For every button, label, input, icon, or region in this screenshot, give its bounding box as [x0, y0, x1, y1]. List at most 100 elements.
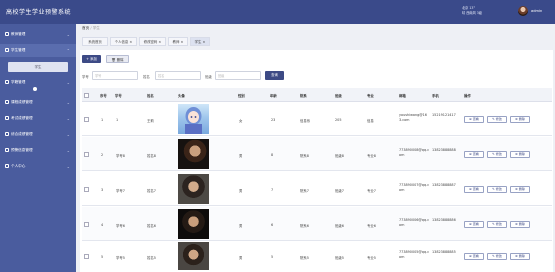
sidebar-item-course-grades[interactable]: 课程成绩管理 ⌄	[0, 96, 76, 109]
cell-department: 院系7	[300, 189, 309, 193]
tab-password[interactable]: 修改密码 ×	[139, 37, 166, 46]
tab-student[interactable]: 学生 ×	[190, 37, 210, 46]
row-checkbox[interactable]	[84, 152, 89, 157]
sidebar-item-exam-grades[interactable]: 考试成绩管理 ⌄	[0, 112, 76, 125]
cell-department: 信息系	[300, 119, 311, 123]
search-button[interactable]: 查询	[265, 71, 284, 80]
grid-icon	[5, 132, 9, 136]
cell-student-id: 学号5	[116, 256, 125, 260]
breadcrumb-separator: /	[90, 26, 92, 30]
grid-icon	[5, 164, 9, 168]
delete-label: 删除	[518, 152, 525, 156]
delete-row-button[interactable]: ⊗ 删除	[510, 253, 530, 260]
sidebar-item-student[interactable]: 学生管理 ⌃	[0, 44, 76, 57]
cell-phone: 13823888887	[432, 183, 456, 187]
grid-icon	[5, 148, 9, 152]
chevron-down-icon: ⌄	[66, 147, 70, 153]
delete-row-button[interactable]: ⊗ 删除	[510, 116, 530, 123]
view-button[interactable]: ⊕ 查看	[464, 186, 484, 193]
cell-index: 3	[101, 188, 104, 192]
sidebar-item-label: 综合成绩管理	[11, 132, 33, 137]
edit-button[interactable]: ✎ 修改	[487, 116, 507, 123]
column-header-class: 班级	[335, 94, 342, 98]
sidebar-subitem-student[interactable]: 学生	[8, 62, 68, 72]
grid-icon	[5, 32, 9, 36]
chevron-down-icon: ⌄	[66, 79, 70, 85]
edit-button[interactable]: ✎ 修改	[487, 221, 507, 228]
student-id-input[interactable]: 学号	[92, 71, 138, 80]
cell-major: 专业7	[367, 189, 376, 193]
grid-icon	[5, 100, 9, 104]
column-header-department: 院系	[300, 94, 307, 98]
row-checkbox[interactable]	[84, 222, 89, 227]
cell-index: 1	[101, 118, 104, 122]
filter-student-id-label: 学号	[82, 75, 89, 79]
cell-class: 班级8	[335, 154, 344, 158]
delete-label: 删除	[518, 187, 525, 191]
edit-button[interactable]: ✎ 修改	[487, 186, 507, 193]
cell-student-id: 1	[116, 118, 119, 122]
cell-name: 姓名7	[147, 189, 156, 193]
cell-student-id: 学号7	[116, 189, 125, 193]
delete-button[interactable]: 🗑 删除	[106, 55, 129, 63]
cell-email: youshiwang@163.com	[399, 113, 427, 122]
cell-student-id: 学号8	[116, 154, 125, 158]
view-button[interactable]: ⊕ 查看	[464, 151, 484, 158]
view-button[interactable]: ⊕ 查看	[464, 116, 484, 123]
delete-row-button[interactable]: ⊗ 删除	[510, 151, 530, 158]
tab-teacher[interactable]: 教师 ×	[168, 37, 188, 46]
cell-department: 院系5	[300, 256, 309, 260]
view-button[interactable]: ⊕ 查看	[464, 253, 484, 260]
app-title: 高校学生学业预警系统	[6, 9, 72, 16]
admin-name[interactable]: admin	[531, 9, 542, 13]
delete-row-button[interactable]: ⊗ 删除	[510, 186, 530, 193]
view-label: 查看	[472, 152, 479, 156]
row-checkbox[interactable]	[84, 117, 89, 122]
breadcrumb: 首页 / 学生	[82, 26, 100, 31]
weather-widget: 北京 13° 晴 西南风 3级	[462, 6, 482, 16]
student-avatar[interactable]	[178, 104, 209, 134]
view-label: 查看	[472, 222, 479, 226]
row-checkbox[interactable]	[84, 254, 89, 259]
class-input[interactable]: 班级	[215, 71, 261, 80]
grid-icon	[5, 48, 9, 52]
tab-home[interactable]: 系统首页	[82, 37, 108, 46]
cell-department: 院系8	[300, 154, 309, 158]
anime-avatar-icon	[185, 107, 202, 134]
sidebar-item-label: 教师管理	[11, 32, 26, 37]
student-avatar[interactable]	[178, 209, 209, 239]
cell-age: 7	[271, 188, 274, 192]
breadcrumb-home[interactable]: 首页	[82, 26, 89, 30]
select-all-checkbox[interactable]	[84, 93, 89, 98]
tab-profile[interactable]: 个人信息 ×	[110, 37, 137, 46]
student-avatar[interactable]	[178, 139, 209, 169]
edit-button[interactable]: ✎ 修改	[487, 151, 507, 158]
sidebar-item-warnings[interactable]: 预警信息管理 ⌄	[0, 144, 76, 157]
cell-student-id: 学号6	[116, 224, 125, 228]
column-header-name: 姓名	[147, 94, 154, 98]
sidebar-item-overall-grades[interactable]: 综合成绩管理 ⌄	[0, 128, 76, 141]
cell-class: 班级6	[335, 224, 344, 228]
row-checkbox[interactable]	[84, 187, 89, 192]
view-label: 查看	[472, 187, 479, 191]
cell-gender: 男	[239, 189, 243, 193]
cell-gender: 女	[239, 119, 243, 123]
filter-class-label: 班级	[205, 75, 212, 79]
student-avatar[interactable]	[178, 174, 209, 204]
cell-department: 院系6	[300, 224, 309, 228]
cell-email: 773890005@qq.com	[399, 250, 430, 259]
cell-phone: 15219121417	[432, 113, 456, 117]
view-button[interactable]: ⊕ 查看	[464, 221, 484, 228]
admin-avatar[interactable]	[518, 6, 528, 16]
sidebar-item-teacher[interactable]: 教师管理 ⌄	[0, 28, 76, 41]
edit-button[interactable]: ✎ 修改	[487, 253, 507, 260]
delete-row-button[interactable]: ⊗ 删除	[510, 221, 530, 228]
name-input[interactable]: 姓名	[155, 71, 201, 80]
student-avatar[interactable]	[178, 242, 209, 270]
sidebar-item-enrollment[interactable]: 学籍管理 ⌄	[0, 76, 76, 89]
sidebar-item-profile[interactable]: 个人中心 ⌄	[0, 160, 76, 173]
delete-label: 删除	[518, 254, 525, 258]
chevron-up-icon: ⌃	[66, 47, 70, 53]
add-button[interactable]: + 添加	[82, 55, 101, 63]
view-label: 查看	[472, 117, 479, 121]
